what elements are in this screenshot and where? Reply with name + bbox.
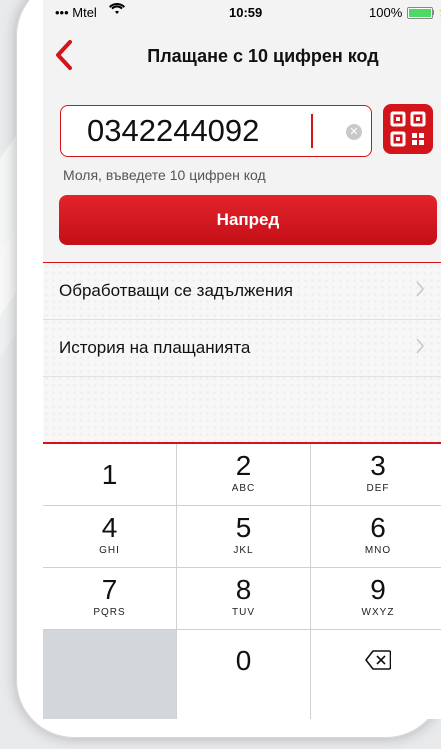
key-0[interactable]: 0 (177, 630, 311, 719)
battery-percent: 100% (369, 5, 403, 20)
backspace-icon (311, 650, 441, 675)
key-letters: MNO (364, 545, 392, 556)
key-digit: 5 (235, 512, 252, 543)
clear-circle-icon[interactable]: ✕ (346, 124, 362, 140)
key-delete[interactable] (311, 630, 441, 719)
key-letters: TUV (232, 607, 255, 618)
page-title: Плащане с 10 цифрен код (147, 46, 379, 66)
key-1[interactable]: 1 (43, 444, 177, 506)
key-3[interactable]: 3 DEF (311, 444, 441, 506)
key-digit: 4 (101, 512, 118, 543)
code-field[interactable]: ✕ (60, 105, 372, 157)
key-5[interactable]: 5 JKL (177, 506, 311, 568)
battery-tip (432, 10, 434, 15)
list-item-label: История на плащанията (59, 338, 251, 357)
clock: 10:59 (229, 5, 263, 20)
key-2[interactable]: 2 ABC (177, 444, 311, 506)
key-8[interactable]: 8 TUV (177, 568, 311, 630)
battery-icon (407, 7, 433, 19)
chevron-right-icon (415, 280, 425, 303)
key-digit: 1 (101, 459, 118, 490)
chevron-left-icon[interactable] (53, 38, 83, 72)
key-digit: 2 (235, 450, 252, 481)
key-digit: 6 (370, 512, 386, 543)
key-digit: 0 (235, 645, 252, 676)
menu-list: Обработващи се задължения История на пла… (43, 262, 441, 443)
key-letters: GHI (99, 545, 120, 556)
nav-bar: Плащане с 10 цифрен код (43, 28, 441, 84)
phone-frame: ••• Mtel 10:59 100% ⚡ Плащане с 10 цифре… (16, 0, 441, 738)
list-item-label: Обработващи се задължения (59, 281, 293, 300)
key-9[interactable]: 9 WXYZ (311, 568, 441, 630)
status-bar: ••• Mtel 10:59 100% ⚡ (43, 0, 441, 28)
charging-icon: ⚡ (437, 4, 441, 17)
qr-code-icon[interactable] (383, 104, 433, 154)
key-digit: 8 (235, 574, 252, 605)
chevron-right-icon (415, 337, 425, 360)
list-item-pending[interactable]: Обработващи се задължения (43, 263, 441, 320)
key-digit: 7 (101, 574, 118, 605)
code-input[interactable] (87, 112, 327, 150)
key-7[interactable]: 7 PQRS (43, 568, 177, 630)
key-6[interactable]: 6 MNO (311, 506, 441, 568)
numeric-keypad: 1 2 ABC 3 DEF 4 GHI 5 JKL 6 MNO 7 PQRS 8… (43, 442, 441, 719)
key-4[interactable]: 4 GHI (43, 506, 177, 568)
key-letters: JKL (233, 545, 254, 556)
text-caret (311, 114, 313, 148)
list-item-history[interactable]: История на плащанията (43, 320, 441, 377)
next-button[interactable]: Напред (59, 195, 437, 245)
key-digit: 9 (370, 574, 386, 605)
key-letters: PQRS (93, 607, 126, 618)
carrier-label: ••• Mtel (55, 5, 97, 20)
key-blank (43, 630, 177, 719)
wifi-icon (109, 2, 125, 18)
hint-text: Моля, въведете 10 цифрен код (63, 167, 266, 183)
key-letters: ABC (231, 483, 256, 494)
key-digit: 3 (370, 450, 386, 481)
app-screen: ••• Mtel 10:59 100% ⚡ Плащане с 10 цифре… (43, 0, 441, 719)
key-letters: WXYZ (361, 607, 395, 618)
key-letters: DEF (366, 483, 390, 494)
